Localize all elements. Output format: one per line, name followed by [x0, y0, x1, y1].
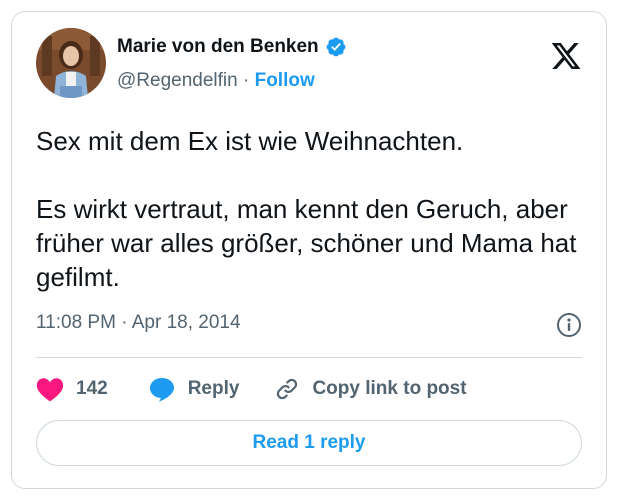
verified-badge-icon	[325, 36, 347, 58]
tweet-paragraph: Es wirkt vertraut, man kennt den Geruch,…	[36, 194, 577, 292]
handle-separator: ·	[242, 70, 250, 91]
like-count: 142	[76, 378, 108, 399]
heart-icon	[36, 376, 64, 402]
follow-button[interactable]: Follow	[255, 70, 315, 91]
copy-link-label: Copy link to post	[312, 378, 467, 399]
tweet-timestamp[interactable]: 11:08 PM · Apr 18, 2014	[36, 312, 241, 334]
author-handle[interactable]: @Regendelfin	[117, 70, 238, 91]
read-replies-button[interactable]: Read 1 reply	[36, 420, 582, 466]
author-handle-row: @Regendelfin · Follow	[117, 70, 315, 92]
tweet-text: Sex mit dem Ex ist wie Weihnachten. Es w…	[36, 124, 596, 294]
action-bar: 142 Reply Copy link to post	[36, 374, 467, 404]
copy-link-button[interactable]: Copy link to post	[274, 376, 467, 402]
x-logo-icon[interactable]	[550, 40, 582, 72]
author-name-row: Marie von den Benken	[117, 36, 347, 58]
tweet-paragraph: Sex mit dem Ex ist wie Weihnachten.	[36, 126, 464, 156]
reply-bubble-icon	[148, 376, 176, 402]
reply-label: Reply	[187, 378, 240, 399]
author-avatar[interactable]	[36, 28, 106, 98]
avatar-photo	[36, 28, 106, 98]
tweet-card: Marie von den Benken @Regendelfin · Foll…	[11, 11, 607, 489]
divider	[36, 357, 582, 358]
link-icon	[274, 376, 300, 402]
author-name[interactable]: Marie von den Benken	[117, 36, 319, 58]
like-button[interactable]: 142	[36, 376, 108, 402]
reply-button[interactable]: Reply	[148, 376, 240, 402]
info-icon[interactable]	[556, 312, 582, 338]
